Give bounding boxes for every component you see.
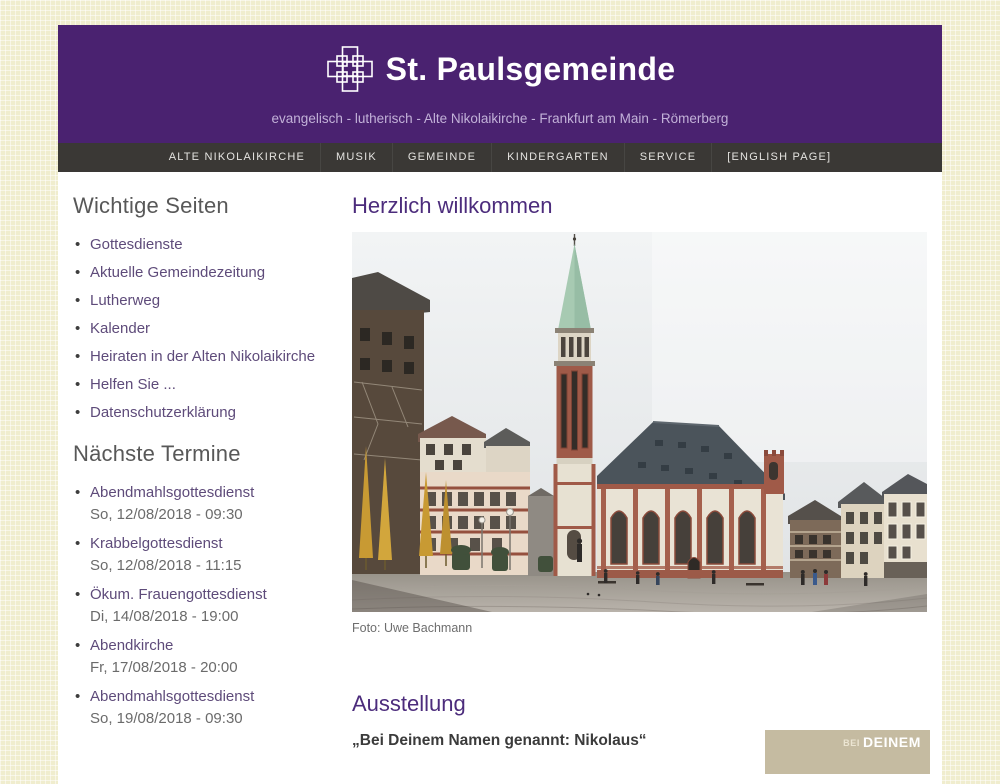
exhibition-banner-image[interactable]: BEIDEINEM: [765, 730, 930, 774]
event-item: Abendmahlsgottesdienst So, 19/08/2018 - …: [73, 686, 337, 729]
nav-item[interactable]: GEMEINDE: [392, 143, 491, 172]
sidebar-link[interactable]: Heiraten in der Alten Nikolaikirche: [90, 348, 315, 365]
event-item: Ökum. Frauengottesdienst Di, 14/08/2018 …: [73, 584, 337, 627]
welcome-heading: Herzlich willkommen: [352, 193, 928, 219]
event-link[interactable]: Abendkirche: [90, 635, 337, 656]
banner-prefix: BEI: [843, 738, 860, 748]
event-link[interactable]: Abendmahlsgottesdienst: [90, 482, 337, 503]
event-date: So, 12/08/2018 - 09:30: [90, 504, 337, 525]
site-header: St. Paulsgemeinde evangelisch - lutheris…: [58, 25, 942, 143]
nav-item[interactable]: KINDERGARTEN: [491, 143, 624, 172]
church-photo: [352, 232, 927, 612]
important-pages-heading: Wichtige Seiten: [73, 193, 337, 219]
event-link[interactable]: Abendmahlsgottesdienst: [90, 686, 337, 707]
sidebar-link-item: Lutherweg: [73, 290, 337, 311]
sidebar-link-item: Aktuelle Gemeindezeitung: [73, 262, 337, 283]
event-link[interactable]: Krabbelgottesdienst: [90, 533, 337, 554]
sidebar-link[interactable]: Kalender: [90, 320, 150, 337]
upcoming-events-list: Abendmahlsgottesdienst So, 12/08/2018 - …: [73, 482, 337, 729]
sidebar-link[interactable]: Gottesdienste: [90, 236, 183, 253]
event-date: So, 12/08/2018 - 11:15: [90, 555, 337, 576]
sidebar-link-item: Datenschutzerklärung: [73, 402, 337, 423]
sidebar-link[interactable]: Aktuelle Gemeindezeitung: [90, 264, 265, 281]
home-link[interactable]: St. Paulsgemeinde: [58, 25, 942, 94]
sidebar-link[interactable]: Helfen Sie ...: [90, 376, 176, 393]
nav-item[interactable]: ALTE NIKOLAIKIRCHE: [154, 143, 320, 172]
sidebar-link-item: Heiraten in der Alten Nikolaikirche: [73, 346, 337, 367]
event-item: Abendkirche Fr, 17/08/2018 - 20:00: [73, 635, 337, 678]
nav-item[interactable]: [ENGLISH PAGE]: [711, 143, 846, 172]
upcoming-events-heading: Nächste Termine: [73, 441, 337, 467]
sidebar: Wichtige Seiten Gottesdienste Aktuelle Ge…: [73, 172, 337, 737]
nav-item[interactable]: SERVICE: [624, 143, 712, 172]
exhibition-heading: Ausstellung: [352, 691, 928, 717]
important-pages-list: Gottesdienste Aktuelle Gemeindezeitung Lut…: [73, 234, 337, 423]
sidebar-link[interactable]: Datenschutzerklärung: [90, 404, 236, 421]
event-date: Di, 14/08/2018 - 19:00: [90, 606, 337, 627]
site-container: St. Paulsgemeinde evangelisch - lutheris…: [58, 25, 942, 784]
page: { "header": { "site_title": "St. Paulsge…: [0, 0, 1000, 750]
content-area: Wichtige Seiten Gottesdienste Aktuelle Ge…: [58, 172, 942, 784]
main-column: Herzlich willkommen: [352, 172, 928, 750]
nav-item[interactable]: MUSIK: [320, 143, 392, 172]
sidebar-link[interactable]: Lutherweg: [90, 292, 160, 309]
event-link[interactable]: Ökum. Frauengottesdienst: [90, 584, 337, 605]
site-title: St. Paulsgemeinde: [386, 51, 676, 88]
photo-caption: Foto: Uwe Bachmann: [352, 621, 928, 635]
event-item: Abendmahlsgottesdienst So, 12/08/2018 - …: [73, 482, 337, 525]
sidebar-link-item: Gottesdienste: [73, 234, 337, 255]
site-tagline: evangelisch - lutherisch - Alte Nikolaik…: [58, 111, 942, 126]
parish-cross-logo: [325, 44, 375, 94]
event-date: Fr, 17/08/2018 - 20:00: [90, 657, 337, 678]
banner-word: DEINEM: [863, 734, 921, 750]
event-item: Krabbelgottesdienst So, 12/08/2018 - 11:…: [73, 533, 337, 576]
nav-menu: ALTE NIKOLAIKIRCHEMUSIKGEMEINDEKINDERGAR…: [154, 143, 847, 172]
event-date: So, 19/08/2018 - 09:30: [90, 708, 337, 729]
sidebar-link-item: Helfen Sie ...: [73, 374, 337, 395]
sidebar-link-item: Kalender: [73, 318, 337, 339]
main-nav: ALTE NIKOLAIKIRCHEMUSIKGEMEINDEKINDERGAR…: [58, 143, 942, 172]
